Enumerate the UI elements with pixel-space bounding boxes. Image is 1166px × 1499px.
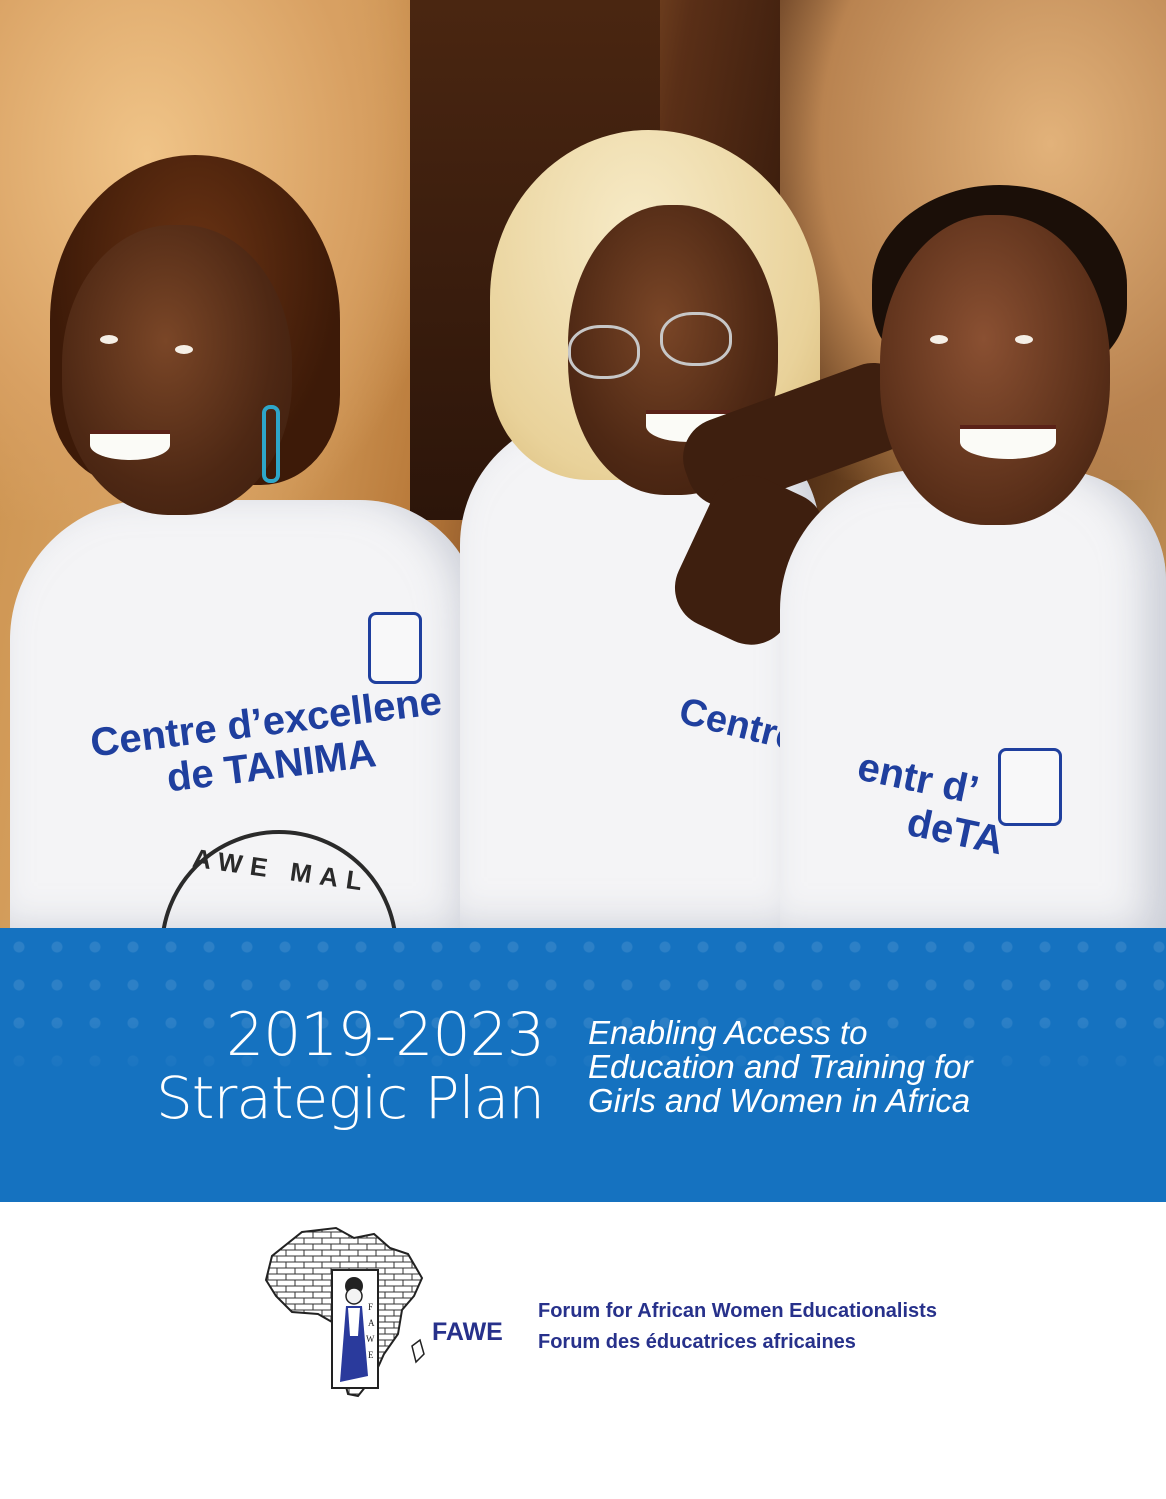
- fawe-africa-logo: F A W E: [262, 1226, 438, 1402]
- title-band: 2019-2023 Strategic Plan Enabling Access…: [0, 928, 1166, 1202]
- org-name-english: Forum for African Women Educationalists: [538, 1300, 937, 1322]
- earring: [262, 405, 280, 483]
- cover-photo: Centre d’excellene de TANIMA AWE MAL Cen…: [0, 0, 1166, 928]
- svg-text:F: F: [368, 1302, 373, 1312]
- title-strategic-plan: Strategic Plan: [155, 1064, 545, 1132]
- svg-text:A: A: [368, 1318, 375, 1328]
- student-left: Centre d’excellene de TANIMA AWE MAL: [0, 0, 480, 928]
- eyeglasses: [660, 312, 732, 366]
- title-years: 2019-2023: [225, 1000, 545, 1070]
- shirt-emblem: [368, 612, 422, 684]
- logo-acronym: FAWE: [432, 1318, 503, 1346]
- svg-text:W: W: [366, 1334, 375, 1344]
- svg-text:E: E: [368, 1350, 374, 1360]
- subtitle: Enabling Access to Education and Trainin…: [588, 1014, 973, 1119]
- org-name-french: Forum des éducatrices africaines: [538, 1331, 856, 1353]
- eyeglasses: [568, 325, 640, 379]
- student-right: entr d’ deTA: [760, 0, 1166, 928]
